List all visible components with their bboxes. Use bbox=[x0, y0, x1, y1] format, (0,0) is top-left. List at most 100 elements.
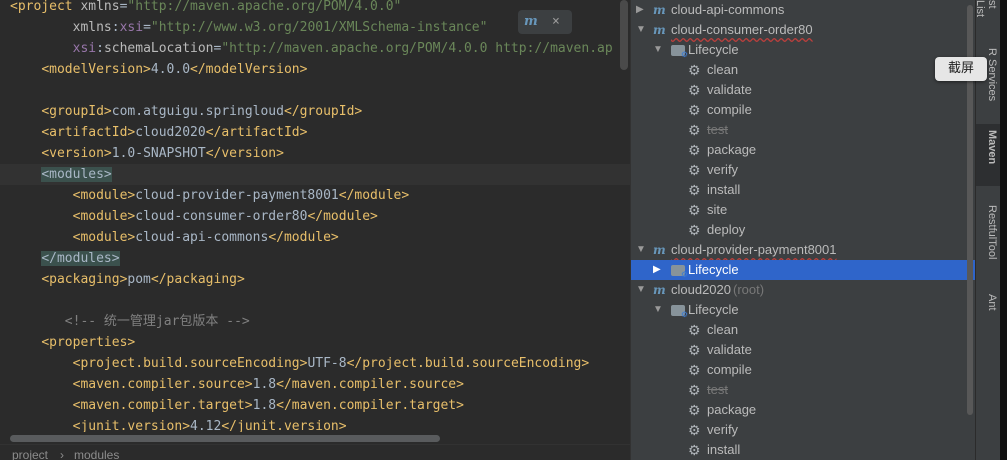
lifecycle-folder-icon: ⚙ bbox=[671, 45, 688, 59]
code-token: cloud-provider-payment8001 bbox=[135, 188, 339, 203]
code-token: </groupId> bbox=[283, 104, 363, 119]
code-token: 1.0-SNAPSHOT bbox=[111, 146, 206, 161]
tree-item-validate[interactable]: ⚙ validate bbox=[631, 80, 975, 100]
code-token: <modules> bbox=[41, 167, 112, 182]
code-line[interactable]: <module>cloud-api-commons</module> bbox=[10, 227, 339, 248]
code-line[interactable]: <packaging>pom</packaging> bbox=[10, 269, 245, 290]
code-line[interactable]: <artifactId>cloud2020</artifactId> bbox=[10, 122, 307, 143]
tree-item-site[interactable]: ⚙ site bbox=[631, 200, 975, 220]
code-line[interactable]: xmlns:xsi="http://www.w3.org/2001/XMLSch… bbox=[10, 17, 488, 38]
tree-item-cloud2020[interactable]: ▼ m cloud2020 (root) bbox=[631, 280, 975, 300]
gear-icon: ⚙ bbox=[688, 382, 701, 398]
code-line[interactable]: xsi:schemaLocation="http://maven.apache.… bbox=[10, 38, 613, 59]
tree-item-compile[interactable]: ⚙ compile bbox=[631, 360, 975, 380]
horizontal-scrollbar[interactable] bbox=[10, 435, 440, 442]
tree-item-label: clean bbox=[707, 322, 739, 337]
gear-icon: ⚙ bbox=[688, 202, 701, 218]
tree-item-label: validate bbox=[707, 342, 752, 357]
code-line[interactable]: <version>1.0-SNAPSHOT</version> bbox=[10, 143, 284, 164]
breadcrumb-item-modules[interactable]: modules bbox=[74, 448, 119, 460]
code-line[interactable]: <maven.compiler.source>1.8</maven.compil… bbox=[10, 374, 464, 395]
tree-item-verify[interactable]: ⚙ verify bbox=[631, 160, 975, 180]
chevron-down-icon[interactable]: ▼ bbox=[636, 240, 646, 260]
editor-vertical-scrollbar[interactable] bbox=[620, 0, 628, 70]
tree-item-cloud-provider-payment8001[interactable]: ▼ m cloud-provider-payment8001 bbox=[631, 240, 975, 260]
code-token: UTF-8 bbox=[307, 356, 347, 371]
tree-item-install[interactable]: ⚙ install bbox=[631, 180, 975, 200]
tree-item-install[interactable]: ⚙ install bbox=[631, 440, 975, 460]
code-token: </modelVersion> bbox=[190, 62, 308, 77]
code-token: "http://maven.apache.org/POM/4.0.0" bbox=[127, 0, 402, 14]
code-line[interactable]: <groupId>com.atguigu.springloud</groupId… bbox=[10, 101, 362, 122]
tree-item-cloud-consumer-order80[interactable]: ▼ m cloud-consumer-order80 bbox=[631, 20, 975, 40]
code-line[interactable]: <module>cloud-provider-payment8001</modu… bbox=[10, 185, 410, 206]
chevron-down-icon[interactable]: ▼ bbox=[636, 20, 646, 40]
tree-item-package[interactable]: ⚙ package bbox=[631, 140, 975, 160]
code-token: xsi bbox=[119, 20, 144, 35]
code-line[interactable]: </modules> bbox=[10, 248, 120, 269]
code-line[interactable]: <modelVersion>4.0.0</modelVersion> bbox=[10, 59, 307, 80]
code-token: "http://www.w3.org/2001/XMLSchema-instan… bbox=[150, 20, 488, 35]
code-line[interactable]: <maven.compiler.target>1.8</maven.compil… bbox=[10, 395, 464, 416]
gear-icon: ⚙ bbox=[688, 142, 701, 158]
gear-icon: ⚙ bbox=[688, 82, 701, 98]
chevron-down-icon[interactable]: ▼ bbox=[636, 280, 646, 300]
tree-item-validate[interactable]: ⚙ validate bbox=[631, 340, 975, 360]
tree-item-label: cloud-provider-payment8001 bbox=[671, 242, 837, 257]
chevron-down-icon[interactable]: ▼ bbox=[653, 40, 663, 60]
code-token: "http://maven.apache.org/POM/4.0.0 http:… bbox=[221, 41, 613, 56]
tree-item-compile[interactable]: ⚙ compile bbox=[631, 100, 975, 120]
tree-item-package[interactable]: ⚙ package bbox=[631, 400, 975, 420]
tree-item-label: Lifecycle bbox=[688, 262, 739, 277]
tab-maven[interactable]: Maven bbox=[978, 130, 998, 182]
code-token: xmlns bbox=[72, 20, 112, 35]
code-line[interactable]: <modules> bbox=[10, 164, 112, 185]
tree-item-lifecycle[interactable]: ▼ ⚙ Lifecycle bbox=[631, 40, 975, 60]
tab-restfultool[interactable]: RestfulTool bbox=[978, 205, 998, 277]
code-editor[interactable]: <project xmlns = "http://maven.apache.org/… bbox=[0, 0, 630, 460]
code-line[interactable]: <module>cloud-consumer-order80</module> bbox=[10, 206, 378, 227]
breadcrumb-item-project[interactable]: project bbox=[12, 448, 48, 460]
maven-module-icon: m bbox=[653, 243, 666, 257]
tree-item-test[interactable]: ⚙ test bbox=[631, 120, 975, 140]
gear-icon: ⚙ bbox=[688, 162, 701, 178]
code-token: = bbox=[143, 20, 151, 35]
maven-reload-icon[interactable]: m bbox=[524, 14, 540, 30]
tree-item-label: compile bbox=[707, 102, 752, 117]
maven-tool-window: ▶ m cloud-api-commons ▼ m cloud-consumer-orde… bbox=[630, 0, 975, 460]
tab-ant[interactable]: Ant bbox=[978, 294, 998, 330]
tree-item-deploy[interactable]: ⚙ deploy bbox=[631, 220, 975, 240]
code-line[interactable]: <properties> bbox=[10, 332, 135, 353]
chevron-down-icon[interactable]: ▼ bbox=[653, 300, 663, 320]
tree-item-label: test bbox=[707, 122, 728, 137]
tree-item-verify[interactable]: ⚙ verify bbox=[631, 420, 975, 440]
lifecycle-folder-icon: ⚙ bbox=[671, 265, 688, 279]
root-suffix: (root) bbox=[733, 282, 765, 297]
gear-icon: ⚙ bbox=[680, 50, 688, 59]
breadcrumb-separator: › bbox=[60, 448, 64, 460]
tab-structlist[interactable]: st List bbox=[974, 0, 998, 28]
tree-item-label: package bbox=[707, 142, 757, 157]
tree-item-test[interactable]: ⚙ test bbox=[631, 380, 975, 400]
tree-item-cloud-api-commons[interactable]: ▶ m cloud-api-commons bbox=[631, 0, 975, 20]
code-line[interactable]: <project.build.sourceEncoding>UTF-8</pro… bbox=[10, 353, 590, 374]
close-icon[interactable]: × bbox=[552, 13, 560, 31]
tree-item-lifecycle[interactable]: ▶ ⚙ Lifecycle bbox=[631, 260, 975, 280]
code-line[interactable]: <!-- 统一管理jar包版本 --> bbox=[10, 311, 250, 332]
code-token: </version> bbox=[205, 146, 284, 161]
chevron-right-icon[interactable]: ▶ bbox=[653, 260, 663, 280]
gear-icon: ⚙ bbox=[688, 402, 701, 418]
code-token: </maven.compiler.target> bbox=[276, 398, 464, 413]
code-token: </artifactId> bbox=[205, 125, 308, 140]
tree-item-lifecycle[interactable]: ▼ ⚙ Lifecycle bbox=[631, 300, 975, 320]
tree-item-clean[interactable]: ⚙ clean bbox=[631, 60, 975, 80]
chevron-right-icon[interactable]: ▶ bbox=[636, 0, 646, 20]
code-line[interactable]: <project xmlns="http://maven.apache.org/… bbox=[10, 0, 401, 17]
tree-item-clean[interactable]: ⚙ clean bbox=[631, 320, 975, 340]
code-token: <project.build.sourceEncoding> bbox=[72, 356, 308, 371]
tree-item-label: clean bbox=[707, 62, 739, 77]
